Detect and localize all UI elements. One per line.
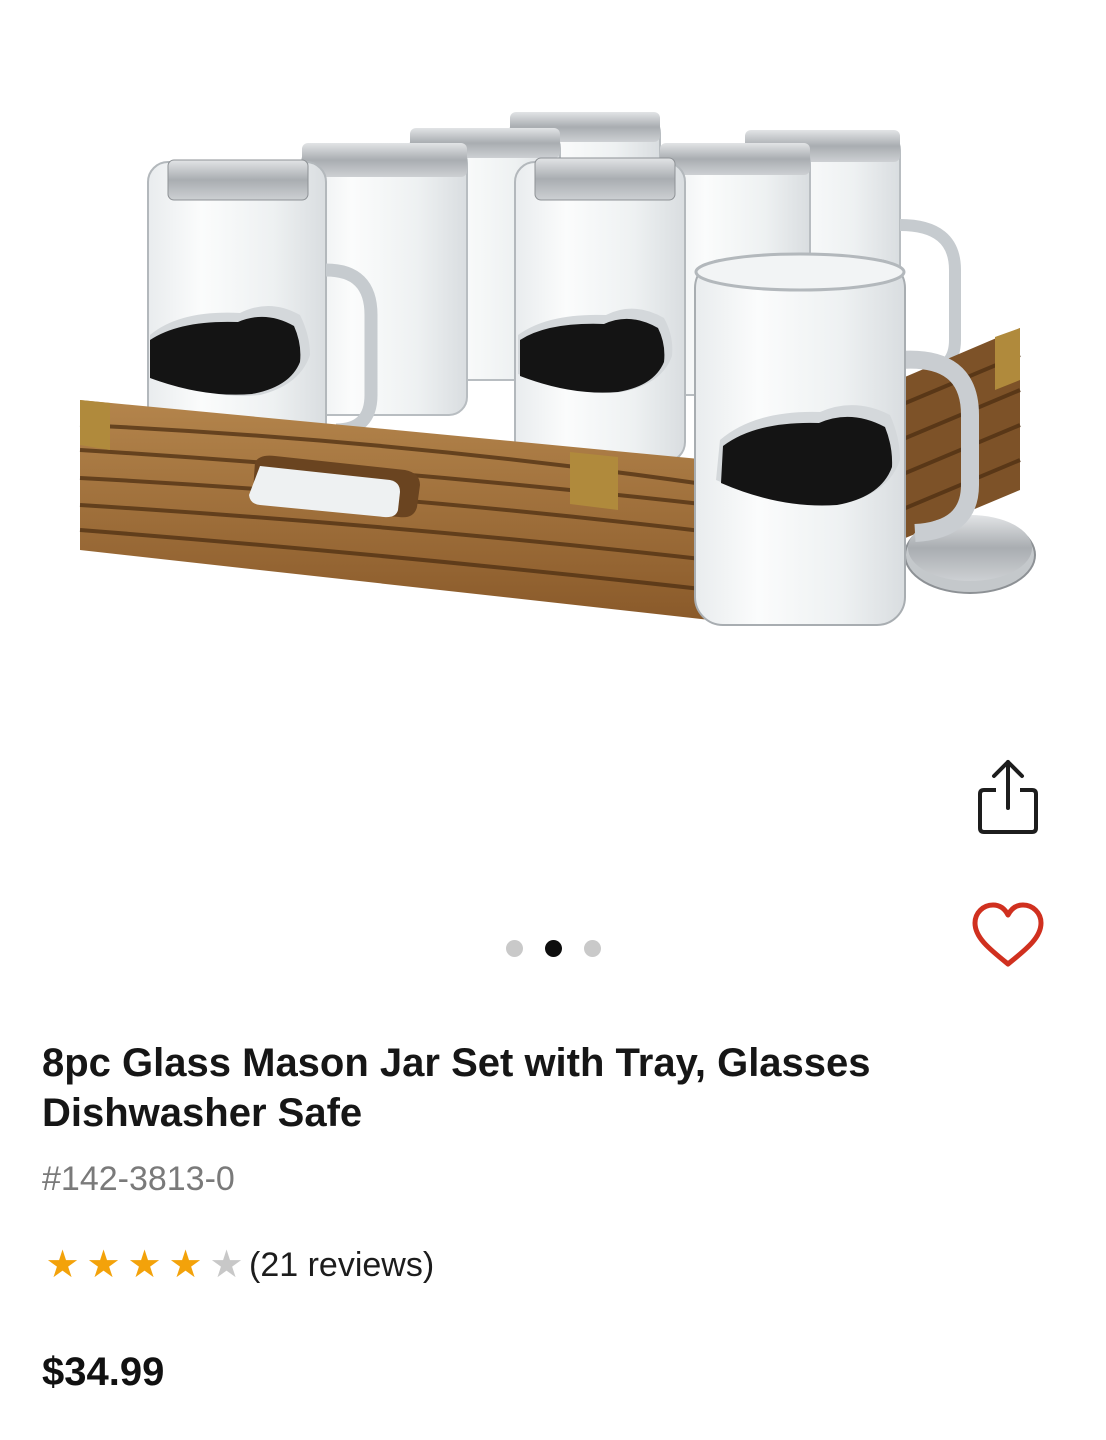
star-icon: ★ — [45, 1244, 80, 1286]
star-empty-icon: ★ — [209, 1244, 244, 1286]
favorite-button[interactable] — [968, 896, 1048, 976]
share-button[interactable] — [970, 758, 1046, 838]
pagination-dot-1[interactable] — [505, 940, 523, 957]
star-icon: ★ — [86, 1244, 121, 1286]
product-image[interactable] — [70, 100, 1050, 660]
gallery-pagination[interactable] — [0, 940, 1106, 960]
product-title: 8pc Glass Mason Jar Set with Tray, Glass… — [42, 1041, 871, 1135]
product-price: $34.99 — [42, 1350, 165, 1394]
product-gallery[interactable] — [0, 0, 1106, 990]
heart-icon — [972, 902, 1044, 967]
share-icon — [978, 760, 1038, 834]
product-rating[interactable]: ★ ★ ★ ★ ★ (21 reviews) — [42, 1243, 434, 1287]
pagination-dot-2[interactable] — [544, 940, 562, 957]
star-icon: ★ — [127, 1244, 162, 1286]
product-sku: #142-3813-0 — [42, 1160, 235, 1198]
star-icon: ★ — [168, 1244, 203, 1286]
pagination-dot-3[interactable] — [583, 940, 601, 957]
reviews-link[interactable]: (21 reviews) — [249, 1246, 434, 1285]
rating-stars: ★ ★ ★ ★ ★ — [42, 1243, 247, 1287]
